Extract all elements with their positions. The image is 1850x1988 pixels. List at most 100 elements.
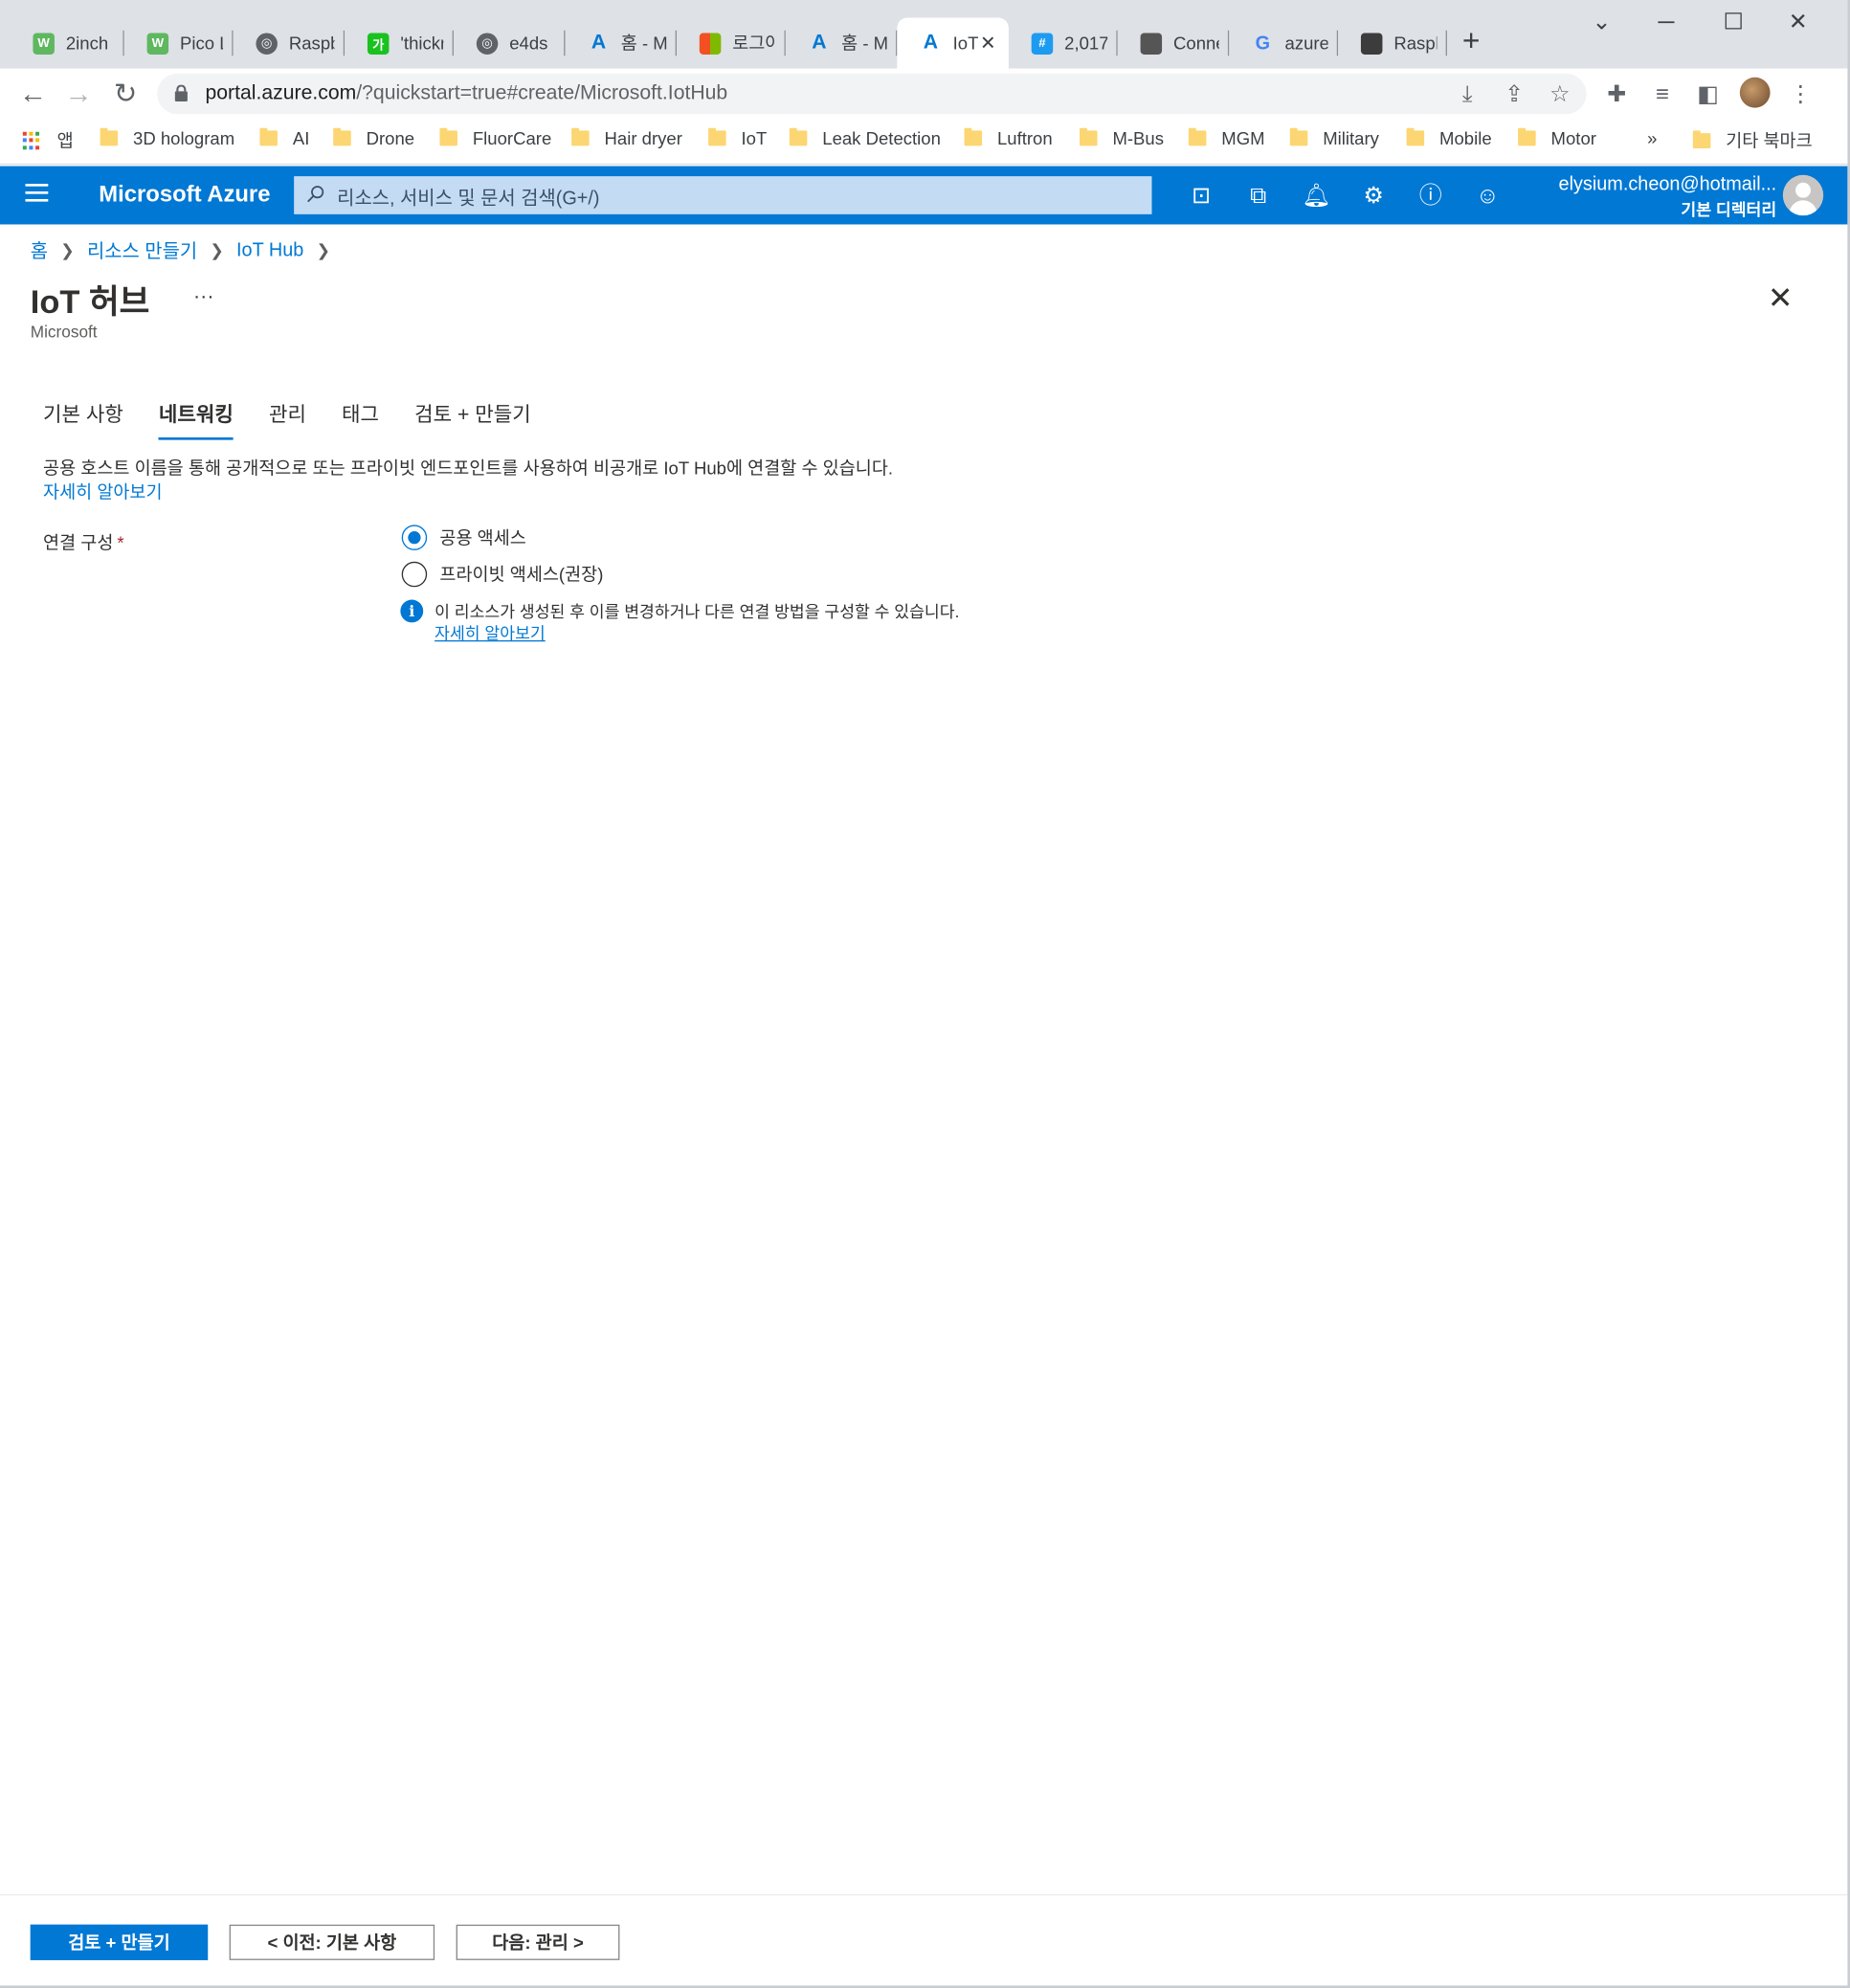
bookmark-folder[interactable]: 3D hologram [100, 127, 234, 148]
next-button[interactable]: 다음: 관리 > [456, 1924, 620, 1960]
browser-tab[interactable]: Conne [1118, 18, 1230, 69]
folder-icon [100, 127, 119, 146]
tab-search-icon[interactable]: ⌄ [1572, 5, 1631, 37]
globe-icon: ◎ [476, 32, 499, 55]
cube-icon [1360, 32, 1383, 55]
radio-private-access[interactable]: 프라이빗 액세스(권장) [401, 561, 603, 588]
browser-tab[interactable]: WPico LC [124, 18, 234, 69]
url-text: portal.azure.com/?quickstart=true#create… [205, 82, 728, 104]
browser-tab-active[interactable]: A IoT ✕ [897, 17, 1009, 69]
browser-tab[interactable]: ◎Raspbe [234, 18, 345, 69]
wizard-tabs: 기본 사항 네트워킹 관리 태그 검토 + 만들기 [43, 397, 567, 440]
media-icon[interactable]: ≡ [1647, 78, 1678, 109]
notifications-bell-icon[interactable]: 🔔︎ [1302, 180, 1332, 211]
feedback-icon[interactable]: ☺ [1472, 180, 1503, 211]
radio-public-access[interactable]: 공용 액세스 [401, 525, 526, 550]
azure-icon: A [923, 32, 939, 54]
breadcrumb-create-resource[interactable]: 리소스 만들기 [87, 237, 197, 264]
bookmarks-more-button[interactable]: » [1647, 128, 1657, 148]
azure-icon: A [812, 32, 827, 54]
bookmark-folder[interactable]: IoT [708, 128, 767, 148]
tab-review-create[interactable]: 검토 + 만들기 [414, 397, 531, 437]
back-button[interactable]: ← [15, 76, 51, 111]
chevron-right-icon: ❯ [60, 240, 75, 259]
browser-tab[interactable]: A홈 - M [786, 18, 898, 69]
waveshare-icon: W [33, 32, 55, 55]
minimize-button[interactable]: ─ [1638, 5, 1696, 37]
share-icon[interactable]: ⇪ [1499, 78, 1529, 109]
bookmark-folder[interactable]: Luftron [964, 127, 1053, 148]
bookmark-folder[interactable]: MGM [1188, 128, 1265, 148]
browser-tab[interactable]: #2,017 [1009, 18, 1118, 69]
bookmark-folder[interactable]: M-Bus [1080, 128, 1164, 148]
hashnode-icon: # [1031, 32, 1054, 55]
folder-icon [964, 127, 983, 146]
browser-tab[interactable]: A홈 - M [565, 18, 677, 69]
radio-selected-icon[interactable] [401, 525, 428, 550]
azure-brand[interactable]: Microsoft Azure [99, 181, 270, 208]
close-tab-icon[interactable]: ✕ [980, 32, 996, 55]
breadcrumb-home[interactable]: 홈 [31, 237, 48, 264]
bookmark-folder[interactable]: AI [259, 128, 309, 148]
browser-tab[interactable]: W 2inch [11, 18, 124, 69]
learn-more-link[interactable]: 자세히 알아보기 [43, 480, 163, 504]
global-search-input[interactable]: 리소스, 서비스 및 문서 검색(G+/) [294, 176, 1152, 214]
radio-unselected-icon[interactable] [401, 561, 428, 588]
previous-button[interactable]: < 이전: 기본 사항 [229, 1924, 435, 1960]
reload-button[interactable]: ↻ [108, 76, 144, 111]
account-menu[interactable]: elysium.cheon@hotmail... 기본 디렉터리 [1559, 173, 1777, 220]
browser-window: W2inch WPico LC ◎Raspbe 가'thickn ◎e4ds A… [0, 0, 1850, 1988]
required-marker: * [117, 532, 124, 553]
menu-icon[interactable]: ⋮ [1785, 78, 1816, 109]
review-create-button[interactable]: 검토 + 만들기 [30, 1924, 209, 1960]
browser-tab[interactable]: 로그아 [677, 18, 786, 69]
bookmark-folder[interactable]: Motor [1518, 128, 1596, 148]
help-icon[interactable]: ⓘ [1415, 180, 1446, 211]
info-message: 이 리소스가 생성된 후 이를 변경하거나 다른 연결 방법을 구성할 수 있습… [435, 602, 960, 622]
folder-icon [259, 127, 278, 146]
site-icon [1140, 32, 1163, 55]
info-learn-more-link[interactable]: 자세히 알아보기 [435, 620, 546, 644]
bookmark-folder[interactable]: Military [1289, 128, 1379, 148]
bookmarks-bar: 앱 3D hologram AI Drone FluorCare Hair dr… [0, 119, 1848, 166]
bookmark-folder[interactable]: Drone [333, 128, 414, 148]
forward-button[interactable]: → [61, 76, 97, 111]
user-avatar[interactable] [1782, 174, 1824, 216]
breadcrumb: 홈 ❯ 리소스 만들기 ❯ IoT Hub ❯ [31, 237, 343, 264]
browser-tab[interactable]: Raspbe [1338, 18, 1447, 69]
address-bar[interactable]: portal.azure.com/?quickstart=true#create… [157, 73, 1587, 115]
profile-avatar[interactable] [1739, 77, 1771, 108]
tab-management[interactable]: 관리 [269, 397, 306, 437]
tab-basics[interactable]: 기본 사항 [43, 397, 123, 437]
microsoft-icon [699, 32, 722, 55]
sidepanel-icon[interactable]: ◧ [1693, 78, 1724, 109]
star-icon[interactable]: ☆ [1545, 78, 1575, 109]
browser-tab[interactable]: Gazure [1229, 18, 1339, 69]
close-blade-icon[interactable]: ✕ [1765, 283, 1795, 315]
bookmark-apps[interactable]: 앱 [22, 128, 74, 153]
bookmark-other-folder[interactable]: 기타 북마크 [1692, 128, 1813, 153]
bookmark-folder[interactable]: Mobile [1406, 128, 1492, 148]
new-tab-button[interactable]: + [1462, 25, 1481, 57]
bookmark-folder[interactable]: Hair dryer [571, 128, 682, 148]
maximize-button[interactable]: ☐ [1705, 5, 1763, 37]
install-icon[interactable]: ⤓ [1452, 78, 1482, 109]
more-options-button[interactable]: ... [194, 281, 215, 304]
browser-tab[interactable]: ◎ e4ds [454, 18, 566, 69]
bookmark-folder[interactable]: FluorCare [439, 128, 551, 148]
browser-toolbar: ← → ↻ portal.azure.com/?quickstart=true#… [0, 68, 1848, 120]
close-window-button[interactable]: ✕ [1769, 5, 1827, 37]
google-icon: G [1255, 32, 1271, 55]
cloud-shell-icon[interactable]: ⊡ [1186, 180, 1216, 211]
info-icon: i [400, 599, 424, 623]
breadcrumb-iot-hub[interactable]: IoT Hub [236, 239, 303, 261]
directory-filter-icon[interactable]: ⧉ [1243, 180, 1274, 211]
extensions-icon[interactable]: ✚ [1601, 78, 1632, 109]
browser-tab[interactable]: 가'thickn [345, 18, 454, 69]
settings-gear-icon[interactable]: ⚙ [1358, 180, 1389, 211]
hamburger-menu-icon[interactable] [25, 184, 49, 202]
bookmark-folder[interactable]: Leak Detection [789, 128, 941, 148]
tab-networking[interactable]: 네트워킹 [158, 397, 234, 440]
tab-tags[interactable]: 태그 [342, 397, 379, 437]
folder-icon [571, 127, 590, 146]
